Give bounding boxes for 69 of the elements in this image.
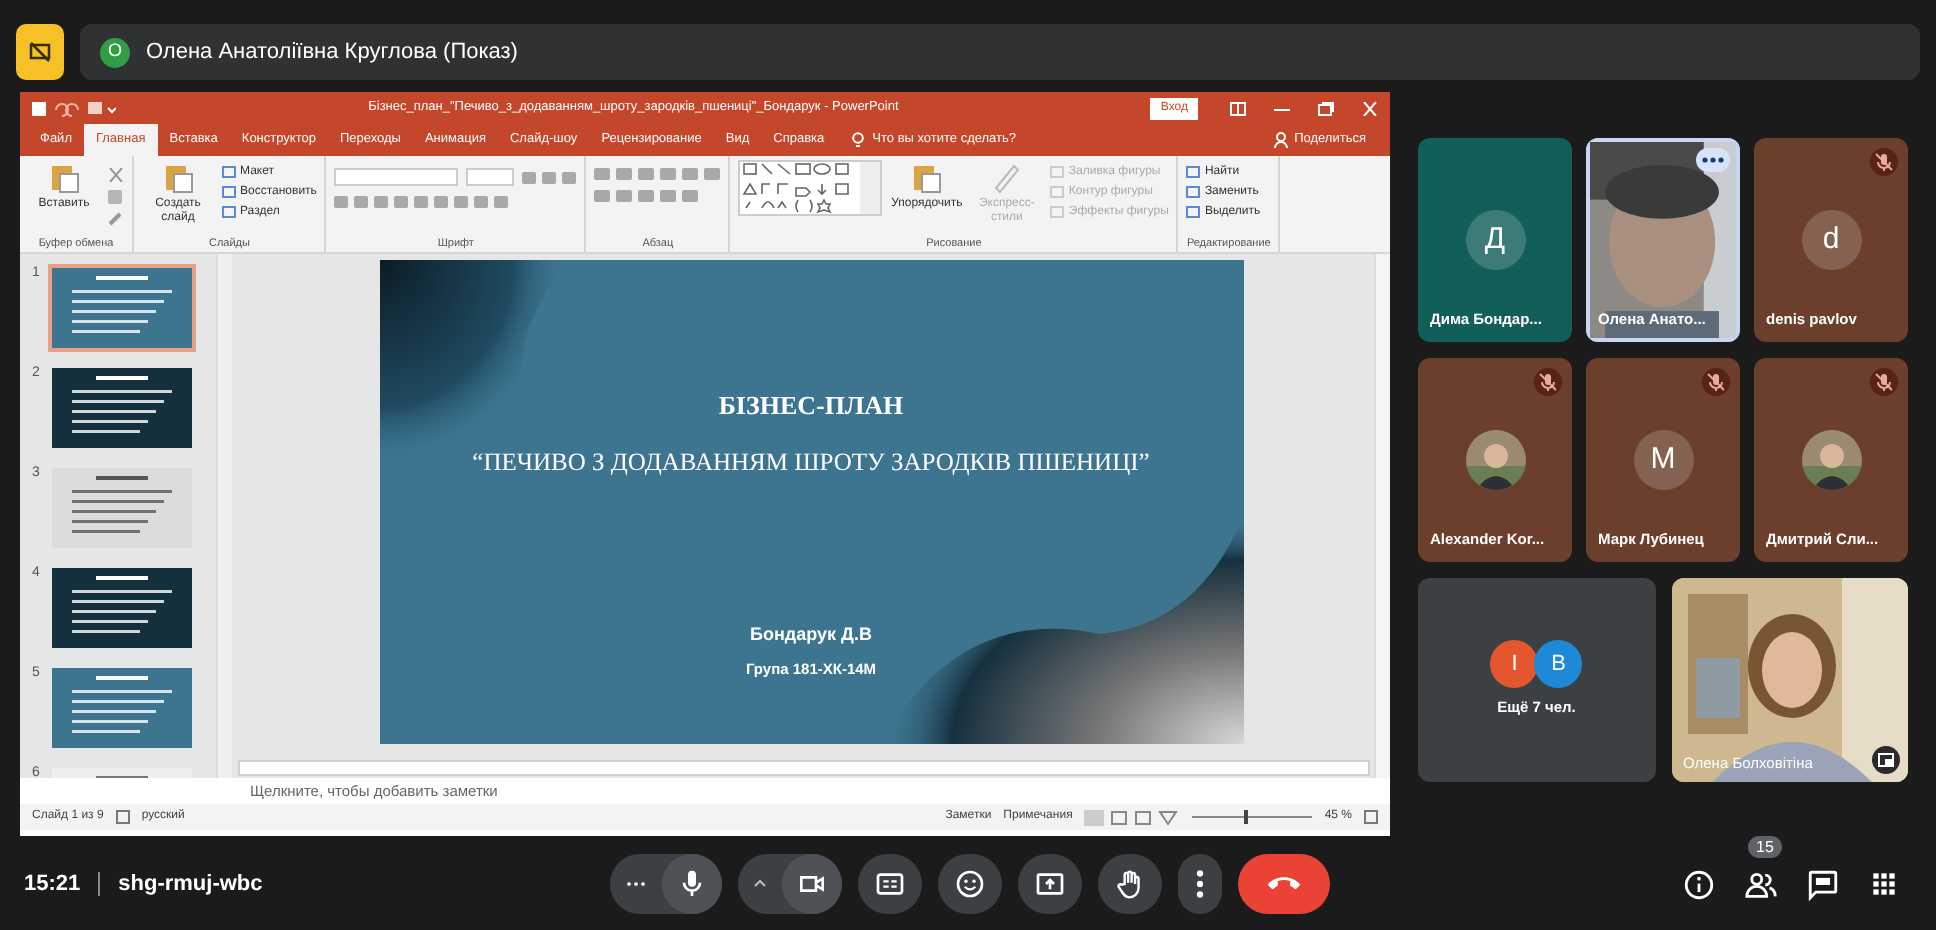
slide-thumbnail[interactable] <box>48 664 196 752</box>
present-icon <box>1034 868 1066 900</box>
present-button[interactable] <box>1018 854 1082 914</box>
people-icon <box>1744 867 1778 901</box>
avatar: M <box>1633 430 1693 490</box>
microphone-button[interactable] <box>662 854 722 914</box>
slide-thumbnail[interactable] <box>48 464 196 552</box>
square-icon <box>1186 186 1201 198</box>
emoji-button[interactable] <box>938 854 1002 914</box>
slide-author: Бондарук Д.В <box>748 622 874 649</box>
presentation-button[interactable] <box>16 24 64 80</box>
close-icon[interactable] <box>1362 101 1378 115</box>
chat-icon <box>1806 867 1840 901</box>
camera-button[interactable] <box>782 854 842 914</box>
avatar: О <box>100 37 130 67</box>
square-icon <box>222 186 236 198</box>
fit-icon[interactable] <box>1364 810 1378 824</box>
info-icon <box>1682 867 1716 901</box>
slide-title: БІЗНЕС-ПЛАН <box>716 388 906 424</box>
avatar: d <box>1801 210 1861 270</box>
avatar: B <box>1534 640 1583 689</box>
slide-thumbnail[interactable] <box>48 364 196 452</box>
square-icon <box>1050 186 1065 198</box>
horizontal-scrollbar[interactable] <box>238 760 1370 776</box>
slide-thumbnail[interactable] <box>48 264 196 352</box>
view-buttons-icon[interactable] <box>1084 809 1181 825</box>
scrollbar[interactable] <box>1374 254 1390 778</box>
square-icon <box>1050 206 1065 218</box>
pen-icon <box>990 160 1023 194</box>
font-name-field[interactable] <box>334 168 459 186</box>
presenter-name: Олена Анатоліївна Круглова (Показ) <box>146 37 518 68</box>
captions-button[interactable] <box>858 854 922 914</box>
square-icon <box>222 206 236 218</box>
clock-time: 15:21 <box>24 869 81 900</box>
participant-count: 15 <box>1748 835 1782 857</box>
font-size-field[interactable] <box>466 168 515 186</box>
chat-button[interactable] <box>1806 867 1840 901</box>
shapes-gallery[interactable] <box>738 160 883 216</box>
brush-icon[interactable] <box>108 212 122 227</box>
lightbulb-icon <box>852 132 865 148</box>
square-icon <box>1050 166 1065 178</box>
square-icon <box>222 166 236 178</box>
picture-in-picture-icon[interactable] <box>1872 746 1900 774</box>
square-icon <box>1186 206 1201 218</box>
restore-icon[interactable] <box>1318 101 1334 115</box>
person-icon <box>1274 132 1289 148</box>
emoji-icon <box>954 868 986 900</box>
activities-button[interactable] <box>1868 868 1900 900</box>
slide-subtitle: “ПЕЧИВО З ДОДАВАННЯМ ШРОТУ ЗАРОДКІВ ПШЕНИЦІ” <box>470 445 1152 480</box>
info-button[interactable] <box>1682 867 1716 901</box>
captions-icon <box>874 868 906 900</box>
slide-thumbnail[interactable] <box>48 564 196 652</box>
spellcheck-icon[interactable] <box>115 810 130 824</box>
presentation-icon <box>28 40 52 64</box>
quick-access-icons[interactable] <box>32 99 116 117</box>
more-options-button[interactable] <box>1178 854 1222 914</box>
meeting-code: shg-rmuj-wbc <box>118 869 263 900</box>
copy-icon[interactable] <box>108 190 122 205</box>
hang-up-button[interactable] <box>1238 854 1330 914</box>
raise-hand-icon <box>1114 868 1146 900</box>
avatar: Д <box>1465 210 1525 270</box>
scissors-icon[interactable] <box>108 168 124 183</box>
scrollbar[interactable] <box>216 254 232 778</box>
avatar: I <box>1490 640 1539 689</box>
square-icon <box>1186 166 1201 178</box>
ribbon-options-icon[interactable] <box>1230 101 1246 115</box>
more-options-icon <box>1196 870 1204 898</box>
raise-hand-button[interactable] <box>1098 854 1162 914</box>
activities-icon <box>1868 868 1900 900</box>
